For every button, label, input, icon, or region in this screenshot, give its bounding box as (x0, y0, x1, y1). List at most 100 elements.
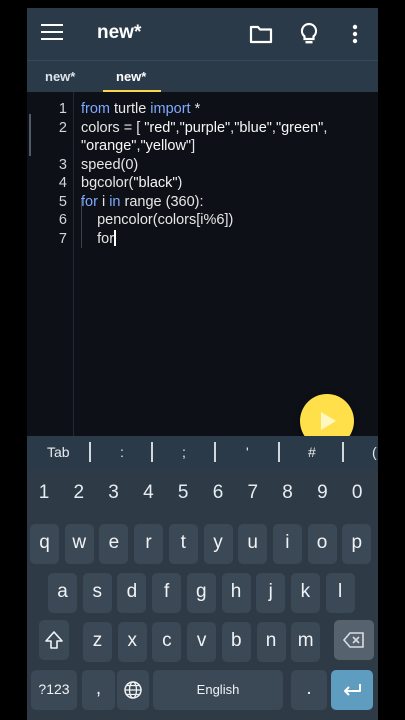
key-r[interactable]: r (134, 524, 164, 564)
tab-file-2[interactable]: new* (116, 69, 146, 84)
code-line: 3 speed(0) (27, 156, 378, 175)
code-text: for i in range (360): (81, 193, 204, 212)
code-line: "orange","yellow"] (27, 137, 378, 156)
key-d[interactable]: d (117, 573, 147, 613)
key-l[interactable]: l (325, 573, 355, 613)
code-token: "red" (144, 119, 176, 136)
code-line: 5 for i in range (360): (27, 193, 378, 212)
language-key[interactable] (117, 670, 149, 710)
line-number: 5 (58, 193, 67, 210)
code-line: 2 colors = [ "red","purple","blue","green… (27, 119, 378, 138)
key-y[interactable]: y (203, 524, 233, 564)
key-a[interactable]: a (48, 573, 77, 613)
key-8[interactable]: 8 (276, 482, 300, 504)
divider (151, 442, 153, 462)
code-token: range (360): (120, 193, 204, 210)
code-token: "yellow" (140, 138, 192, 154)
backspace-key[interactable] (334, 620, 374, 660)
enter-key[interactable] (331, 670, 373, 710)
key-z[interactable]: z (83, 622, 112, 662)
code-line: 4 bgcolor("black") (27, 174, 378, 193)
key-q[interactable]: q (30, 524, 59, 564)
key-v[interactable]: v (187, 622, 217, 662)
code-token: bgcolor( (81, 175, 134, 191)
symbols-mode-key[interactable]: ?123 (31, 670, 77, 710)
tab-file-1[interactable]: new* (45, 69, 75, 84)
code-text: speed(0) (81, 156, 138, 175)
symbol-semicolon[interactable]: ; (182, 444, 186, 460)
symbol-paren[interactable]: ( (372, 444, 377, 460)
code-token: from (81, 101, 110, 117)
key-m[interactable]: m (291, 622, 321, 662)
key-0[interactable]: 0 (345, 482, 369, 504)
code-token: speed(0) (81, 156, 139, 173)
file-tabs: new* new* (27, 60, 378, 93)
line-number: 6 (58, 212, 67, 228)
code-text: bgcolor("black") (81, 174, 182, 193)
key-2[interactable]: 2 (67, 482, 91, 504)
key-h[interactable]: h (221, 573, 251, 613)
code-text: colors = [ "red","purple","blue","green"… (81, 119, 327, 138)
soft-keyboard: 1234567890 qwertyuiop asdfghjkl zxcvbnm … (27, 470, 378, 720)
key-j[interactable]: j (256, 573, 286, 613)
page-title: new* (97, 22, 142, 43)
code-token: for (81, 193, 98, 210)
key-3[interactable]: 3 (102, 482, 126, 504)
key-b[interactable]: b (221, 622, 251, 662)
code-token: pencolor(colors[i%6]) (81, 212, 234, 228)
code-token: "green" (275, 119, 324, 136)
key-p[interactable]: p (342, 524, 372, 564)
code-token: for (81, 230, 115, 247)
key-i[interactable]: i (272, 524, 302, 564)
key-t[interactable]: t (168, 524, 198, 564)
text-cursor (114, 229, 116, 246)
code-line: 6 pencolor(colors[i%6]) (27, 211, 378, 230)
period-key[interactable]: . (291, 670, 327, 710)
key-4[interactable]: 4 (136, 482, 160, 504)
app-bar: new* (27, 8, 378, 60)
key-6[interactable]: 6 (206, 482, 230, 504)
code-line: 7 for (27, 229, 378, 249)
key-1[interactable]: 1 (32, 482, 56, 504)
key-k[interactable]: k (290, 573, 320, 613)
key-s[interactable]: s (82, 573, 112, 613)
key-5[interactable]: 5 (171, 482, 195, 504)
shift-key[interactable] (39, 620, 69, 660)
comma-key[interactable]: , (82, 670, 115, 710)
line-number: 7 (58, 230, 67, 247)
symbol-tab[interactable]: Tab (47, 444, 70, 460)
code-line: 1 from turtle import * (27, 100, 378, 119)
key-e[interactable]: e (99, 524, 129, 564)
code-editor[interactable]: 1 from turtle import * 2 colors = [ "red","… (27, 92, 378, 436)
code-token: in (109, 193, 121, 210)
symbol-quote[interactable]: ' (246, 444, 249, 460)
lightbulb-icon[interactable] (295, 20, 323, 48)
key-x[interactable]: x (117, 622, 147, 662)
key-7[interactable]: 7 (241, 482, 265, 504)
space-key[interactable]: English (153, 670, 283, 710)
divider (342, 442, 344, 462)
key-g[interactable]: g (186, 573, 216, 613)
key-u[interactable]: u (238, 524, 268, 564)
symbol-hash[interactable]: # (308, 444, 316, 460)
key-w[interactable]: w (64, 524, 94, 564)
key-9[interactable]: 9 (310, 482, 334, 504)
code-token: colors = [ (81, 119, 145, 136)
more-options-icon[interactable] (343, 20, 371, 48)
code-text: for (81, 229, 116, 249)
key-o[interactable]: o (307, 524, 337, 564)
folder-icon[interactable] (247, 20, 275, 48)
key-n[interactable]: n (256, 622, 286, 662)
code-token: "black" (133, 175, 178, 191)
line-number: 2 (58, 119, 67, 136)
symbol-colon[interactable]: : (120, 444, 124, 460)
menu-icon[interactable] (41, 24, 63, 42)
key-c[interactable]: c (152, 622, 182, 662)
code-token: "blue" (234, 119, 272, 136)
code-token: i (97, 193, 110, 210)
divider (278, 442, 280, 462)
code-token: ) (177, 175, 183, 191)
code-text: from turtle import * (81, 100, 200, 119)
divider (89, 442, 91, 462)
key-f[interactable]: f (152, 573, 182, 613)
